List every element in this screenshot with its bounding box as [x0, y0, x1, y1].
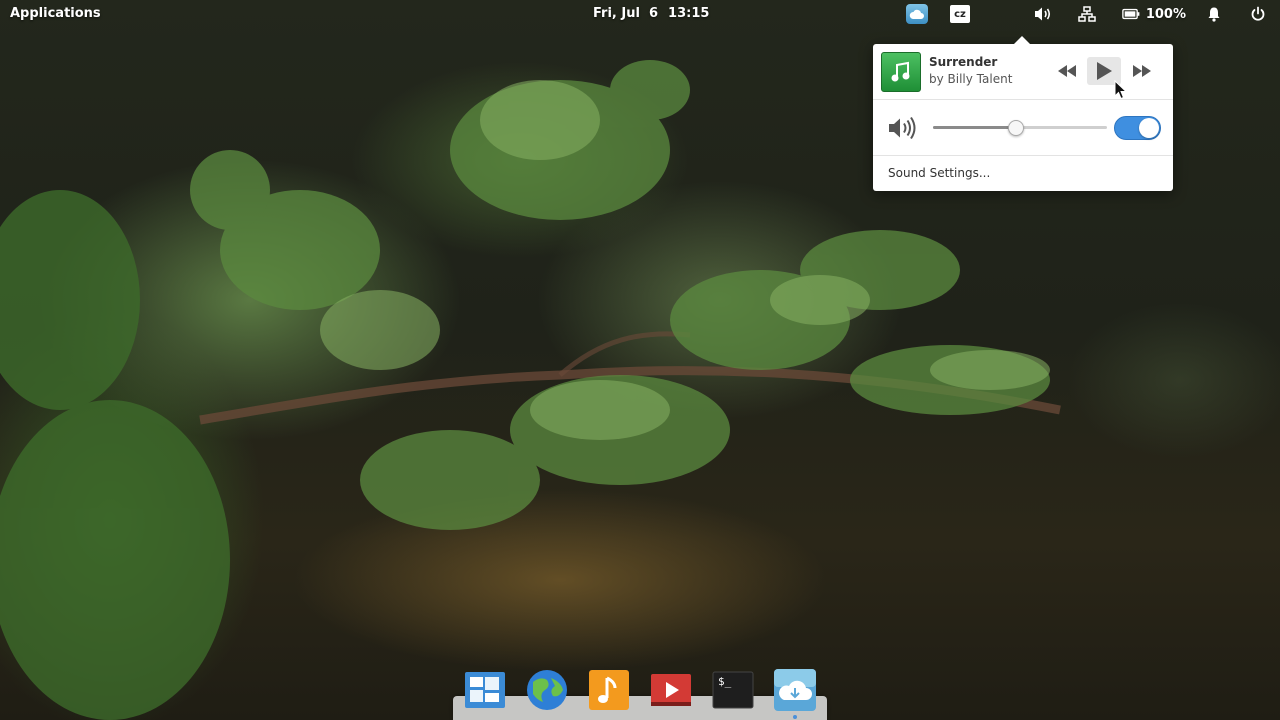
power-icon[interactable] [1248, 3, 1268, 25]
top-panel: Applications Fri, Jul 6 13:15 cz 100% [0, 0, 1280, 28]
volume-icon[interactable] [887, 115, 919, 141]
web-browser-dock-icon[interactable] [525, 668, 569, 712]
track-artist: by Billy Talent [929, 72, 1013, 86]
time-label: 13:15 [668, 6, 710, 21]
sound-popover: Surrender by Billy Talent Sound Settings… [873, 36, 1173, 191]
sound-settings-link[interactable]: Sound Settings... [888, 166, 990, 180]
previous-track-button[interactable] [1050, 57, 1084, 85]
videos-dock-icon[interactable] [649, 668, 693, 712]
next-track-button[interactable] [1125, 57, 1159, 85]
divider [873, 155, 1173, 156]
date-label: Fri, Jul 6 [593, 6, 659, 21]
cloud-app-dock-icon[interactable] [773, 668, 817, 712]
multitasking-view-dock-icon[interactable] [463, 668, 507, 712]
battery-icon [1122, 8, 1140, 20]
battery-percentage: 100% [1145, 6, 1186, 22]
network-icon[interactable] [1076, 3, 1098, 25]
sound-toggle-switch[interactable] [1114, 116, 1161, 140]
music-dock-icon[interactable] [587, 668, 631, 712]
sound-indicator-icon[interactable] [1032, 3, 1054, 25]
keyboard-layout-label: cz [950, 5, 970, 23]
volume-slider[interactable] [933, 120, 1107, 136]
volume-slider-handle[interactable] [1007, 120, 1024, 136]
track-title: Surrender [929, 55, 998, 69]
svg-text:$_: $_ [718, 675, 732, 688]
keyboard-layout-indicator[interactable]: cz [949, 3, 971, 25]
applications-menu[interactable]: Applications [10, 6, 101, 21]
rewind-icon [1058, 65, 1076, 77]
cloud-tray-icon[interactable] [905, 3, 929, 25]
toggle-knob [1139, 118, 1159, 138]
datetime-indicator[interactable]: Fri, Jul 6 13:15 [593, 6, 709, 21]
dock [453, 696, 827, 720]
music-note-icon [891, 61, 910, 82]
volume-slider-fill [933, 126, 1015, 129]
media-player: Surrender by Billy Talent [873, 44, 1173, 99]
running-indicator [793, 715, 797, 719]
battery-indicator[interactable]: 100% [1122, 3, 1186, 25]
play-icon [1097, 62, 1112, 80]
terminal-dock-icon[interactable]: $_ [711, 668, 755, 712]
fast-forward-icon [1133, 65, 1151, 77]
notifications-bell-icon[interactable] [1204, 3, 1224, 25]
divider [873, 99, 1173, 100]
album-art[interactable] [881, 52, 921, 92]
mouse-pointer-icon [1114, 80, 1127, 100]
